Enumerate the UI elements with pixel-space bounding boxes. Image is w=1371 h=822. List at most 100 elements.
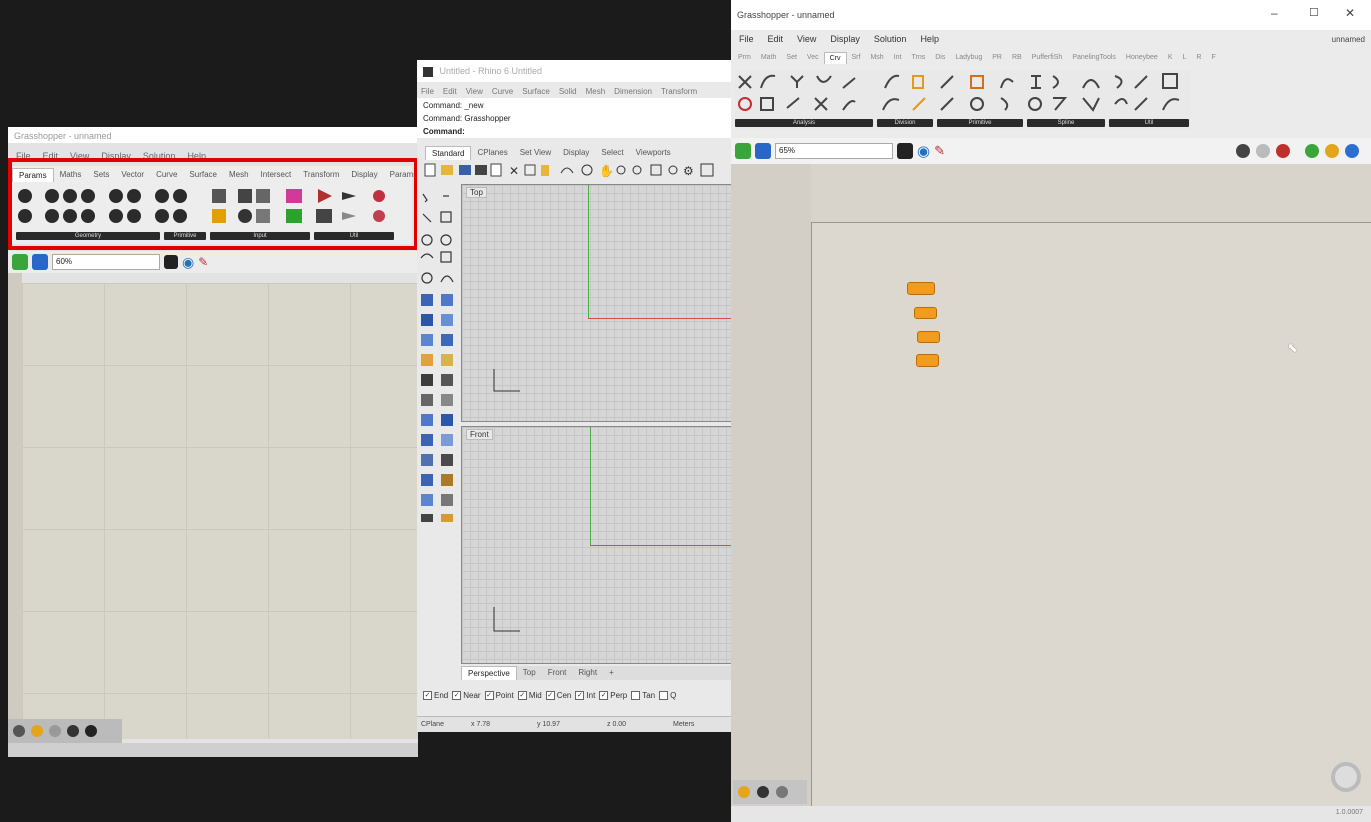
rgh-menu-view[interactable]: View [797, 34, 816, 44]
rgh-tab-vec[interactable]: Vec [802, 52, 824, 64]
rgh-tab-msh[interactable]: Msh [865, 52, 888, 64]
tab-display-rhino[interactable]: Display [557, 146, 595, 160]
rgh-save-icon[interactable] [755, 143, 771, 159]
zoom-extents-icon[interactable] [164, 255, 178, 269]
osnap-checkbox[interactable] [659, 690, 669, 700]
component-4[interactable] [916, 354, 939, 367]
rhino-menu-dimension[interactable]: Dimension [614, 87, 652, 96]
osnap-checkbox[interactable]: ✓ [423, 690, 432, 700]
widget-info-icon[interactable] [85, 725, 97, 737]
osnap-end[interactable]: ✓ End [423, 688, 448, 702]
rgh-tab-l[interactable]: L [1178, 52, 1192, 64]
navigation-widget-icon[interactable] [1331, 762, 1361, 792]
curve-component-icons[interactable] [735, 70, 1191, 118]
side-toolbar-icons[interactable] [417, 184, 459, 524]
osnap-checkbox[interactable] [631, 690, 641, 700]
viewtab-right[interactable]: Right [572, 666, 603, 680]
osnap-perp[interactable]: ✓ Perp [599, 688, 627, 702]
osnap-int[interactable]: ✓ Int [575, 688, 595, 702]
component-1[interactable] [907, 282, 935, 295]
rgh-tab-pufferfish[interactable]: PufferfiSh [1027, 52, 1068, 64]
rgh-tab-srf[interactable]: Srf [847, 52, 866, 64]
rgh-menu-display[interactable]: Display [830, 34, 860, 44]
status-cplane[interactable]: CPlane [417, 721, 471, 728]
rhino-menu-view[interactable]: View [466, 87, 483, 96]
rgh-tab-r[interactable]: R [1191, 52, 1206, 64]
viewtab-front[interactable]: Front [542, 666, 573, 680]
rgh-tab-pr[interactable]: PR [987, 52, 1007, 64]
rgh-tab-ladybug[interactable]: Ladybug [950, 52, 987, 64]
rgh-tab-rb[interactable]: RB [1007, 52, 1027, 64]
rhino-menu-file[interactable]: File [421, 87, 434, 96]
tab-select[interactable]: Select [595, 146, 629, 160]
rgh-tab-f[interactable]: F [1206, 52, 1220, 64]
osnap-checkbox[interactable]: ✓ [575, 690, 585, 700]
component-3[interactable] [917, 331, 940, 343]
rgh-tab-k[interactable]: K [1163, 52, 1178, 64]
viewtab-top[interactable]: Top [517, 666, 542, 680]
rgh-menu-file[interactable]: File [739, 34, 754, 44]
osnap-checkbox[interactable]: ✓ [599, 690, 609, 700]
command-prompt[interactable]: Command: [423, 125, 727, 138]
rgh-menu-edit[interactable]: Edit [768, 34, 784, 44]
eye-icon[interactable]: ◉ [182, 254, 194, 271]
widget-dot-icon[interactable] [67, 725, 79, 737]
viewtab-perspective[interactable]: Perspective [461, 666, 517, 680]
right-gh-canvas[interactable]: ⬉ [731, 164, 1371, 806]
rgh-tab-dis[interactable]: Dis [930, 52, 950, 64]
save-icon[interactable] [32, 254, 48, 270]
close-button[interactable]: ✕ [1345, 6, 1355, 20]
maximize-button[interactable]: ☐ [1309, 6, 1319, 19]
rhino-menu-curve[interactable]: Curve [492, 87, 513, 96]
rgh-widget-dot-icon[interactable] [757, 786, 769, 798]
widget-color-icon[interactable] [31, 725, 43, 737]
rgh-tab-math[interactable]: Math [756, 52, 782, 64]
rhino-menu-edit[interactable]: Edit [443, 87, 457, 96]
component-2[interactable] [914, 307, 937, 319]
osnap-point[interactable]: ✓ Point [484, 688, 514, 702]
rgh-tab-crv[interactable]: Crv [823, 52, 847, 64]
status-units[interactable]: Meters [673, 721, 723, 728]
osnap-checkbox[interactable]: ✓ [517, 690, 527, 700]
rhino-menu-solid[interactable]: Solid [559, 87, 577, 96]
osnap-cen[interactable]: ✓ Cen [545, 688, 571, 702]
osnap-near[interactable]: ✓ Near [452, 688, 481, 702]
rgh-tab-prm[interactable]: Prm [733, 52, 756, 64]
sketch-icon[interactable]: ✎ [198, 255, 208, 269]
rgh-widget-pin-icon[interactable] [738, 786, 750, 798]
rhino-menu-surface[interactable]: Surface [522, 87, 550, 96]
osnap-checkbox[interactable]: ✓ [484, 690, 494, 700]
viewport-front[interactable]: Front [461, 426, 733, 664]
open-file-icon[interactable] [12, 254, 28, 270]
rgh-tab-set[interactable]: Set [781, 52, 802, 64]
rgh-menu-help[interactable]: Help [920, 34, 939, 44]
viewport-front-label[interactable]: Front [466, 429, 493, 440]
widget-grid-icon[interactable] [49, 725, 61, 737]
rgh-open-file-icon[interactable] [735, 143, 751, 159]
tab-standard[interactable]: Standard [425, 146, 472, 160]
left-gh-canvas[interactable] [22, 283, 418, 739]
osnap-mid[interactable]: ✓ Mid [517, 688, 542, 702]
tab-viewports[interactable]: Viewports [630, 146, 677, 160]
zoom-field[interactable]: 60% [52, 254, 160, 270]
osnap-tan[interactable]: Tan [631, 688, 655, 702]
rgh-menu-solution[interactable]: Solution [874, 34, 907, 44]
tab-setview[interactable]: Set View [514, 146, 557, 160]
tab-cplanes[interactable]: CPlanes [471, 146, 513, 160]
rgh-zoom-field[interactable]: 65% [775, 143, 893, 159]
rgh-widget-star-icon[interactable] [776, 786, 788, 798]
preview-off-icon[interactable] [1256, 144, 1270, 158]
rgh-sketch-icon[interactable]: ✎ [934, 143, 945, 159]
osnap-q[interactable]: Q [659, 688, 676, 702]
add-view-button[interactable]: + [603, 666, 620, 680]
preview-wire-icon[interactable] [1236, 144, 1250, 158]
rhino-menu-transform[interactable]: Transform [661, 87, 697, 96]
rgh-zoom-extents-icon[interactable] [897, 143, 913, 159]
blue-ball-icon[interactable] [1345, 144, 1359, 158]
rgh-eye-icon[interactable]: ◉ [917, 142, 930, 160]
osnap-checkbox[interactable]: ✓ [452, 690, 462, 700]
viewport-top[interactable]: Top [461, 184, 733, 422]
osnap-checkbox[interactable]: ✓ [545, 690, 555, 700]
standard-toolbar-icons[interactable]: ✕ ✋ ⚙ [421, 161, 733, 179]
color-ball-icon[interactable] [1325, 144, 1339, 158]
